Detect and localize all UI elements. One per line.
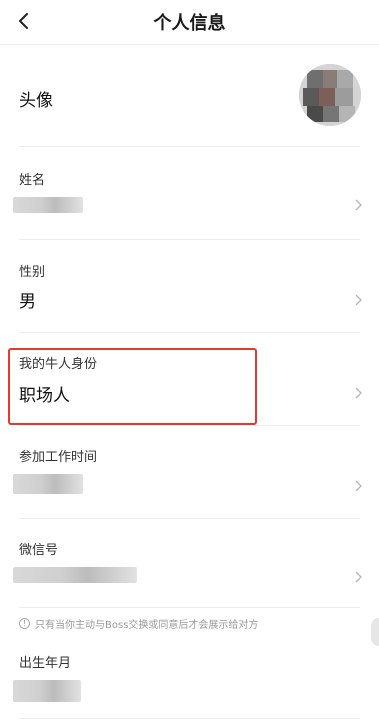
gender-value: 男 xyxy=(19,292,36,312)
name-row[interactable]: 姓名 xyxy=(0,147,379,239)
highlight-box xyxy=(8,348,257,425)
avatar-pixel xyxy=(303,88,319,106)
nav-divider xyxy=(0,44,379,45)
row-arrow xyxy=(353,478,363,492)
avatar-pixel xyxy=(335,88,353,106)
chevron-right-icon xyxy=(355,294,362,306)
birth-label: 出生年月 xyxy=(19,656,72,671)
divider xyxy=(19,607,360,608)
name-label: 姓名 xyxy=(19,173,46,188)
work-start-value-blurred xyxy=(13,474,83,494)
avatar-pixel xyxy=(337,70,353,88)
birth-value-blurred xyxy=(13,680,81,702)
wechat-row[interactable]: 微信号 xyxy=(0,519,379,607)
avatar-pixel xyxy=(307,70,323,88)
wechat-notice-text: 只有当你主动与Boss交换或同意后才会展示给对方 xyxy=(35,620,259,631)
chevron-right-icon xyxy=(355,199,362,211)
divider xyxy=(19,718,360,719)
avatar-pixel xyxy=(307,106,323,122)
row-arrow xyxy=(353,197,363,211)
row-arrow xyxy=(353,569,363,583)
gender-label: 性别 xyxy=(19,265,46,280)
birth-row[interactable]: 出生年月 xyxy=(0,640,379,723)
chevron-right-icon xyxy=(355,480,362,492)
gender-row[interactable]: 性别 男 xyxy=(0,240,379,332)
nav-bar: 个人信息 xyxy=(0,0,379,44)
avatar-pixel xyxy=(339,106,355,122)
avatar-pixel xyxy=(319,88,335,106)
chevron-right-icon xyxy=(355,387,362,399)
chevron-right-icon xyxy=(355,571,362,583)
work-start-label: 参加工作时间 xyxy=(19,450,98,465)
avatar-pixel xyxy=(323,70,337,88)
wechat-value-blurred xyxy=(13,567,137,583)
name-value-blurred xyxy=(13,197,83,213)
row-arrow xyxy=(353,385,363,399)
work-start-row[interactable]: 参加工作时间 xyxy=(0,426,379,518)
wechat-notice: ! 只有当你主动与Boss交换或同意后才会展示给对方 xyxy=(19,616,364,631)
wechat-label: 微信号 xyxy=(19,543,59,558)
page-title: 个人信息 xyxy=(153,13,226,34)
avatar-pixel xyxy=(323,106,339,122)
avatar[interactable] xyxy=(299,64,361,126)
avatar-row[interactable]: 头像 xyxy=(0,46,379,146)
avatar-label: 头像 xyxy=(19,91,53,111)
info-icon: ! xyxy=(19,618,30,629)
row-arrow xyxy=(353,292,363,306)
